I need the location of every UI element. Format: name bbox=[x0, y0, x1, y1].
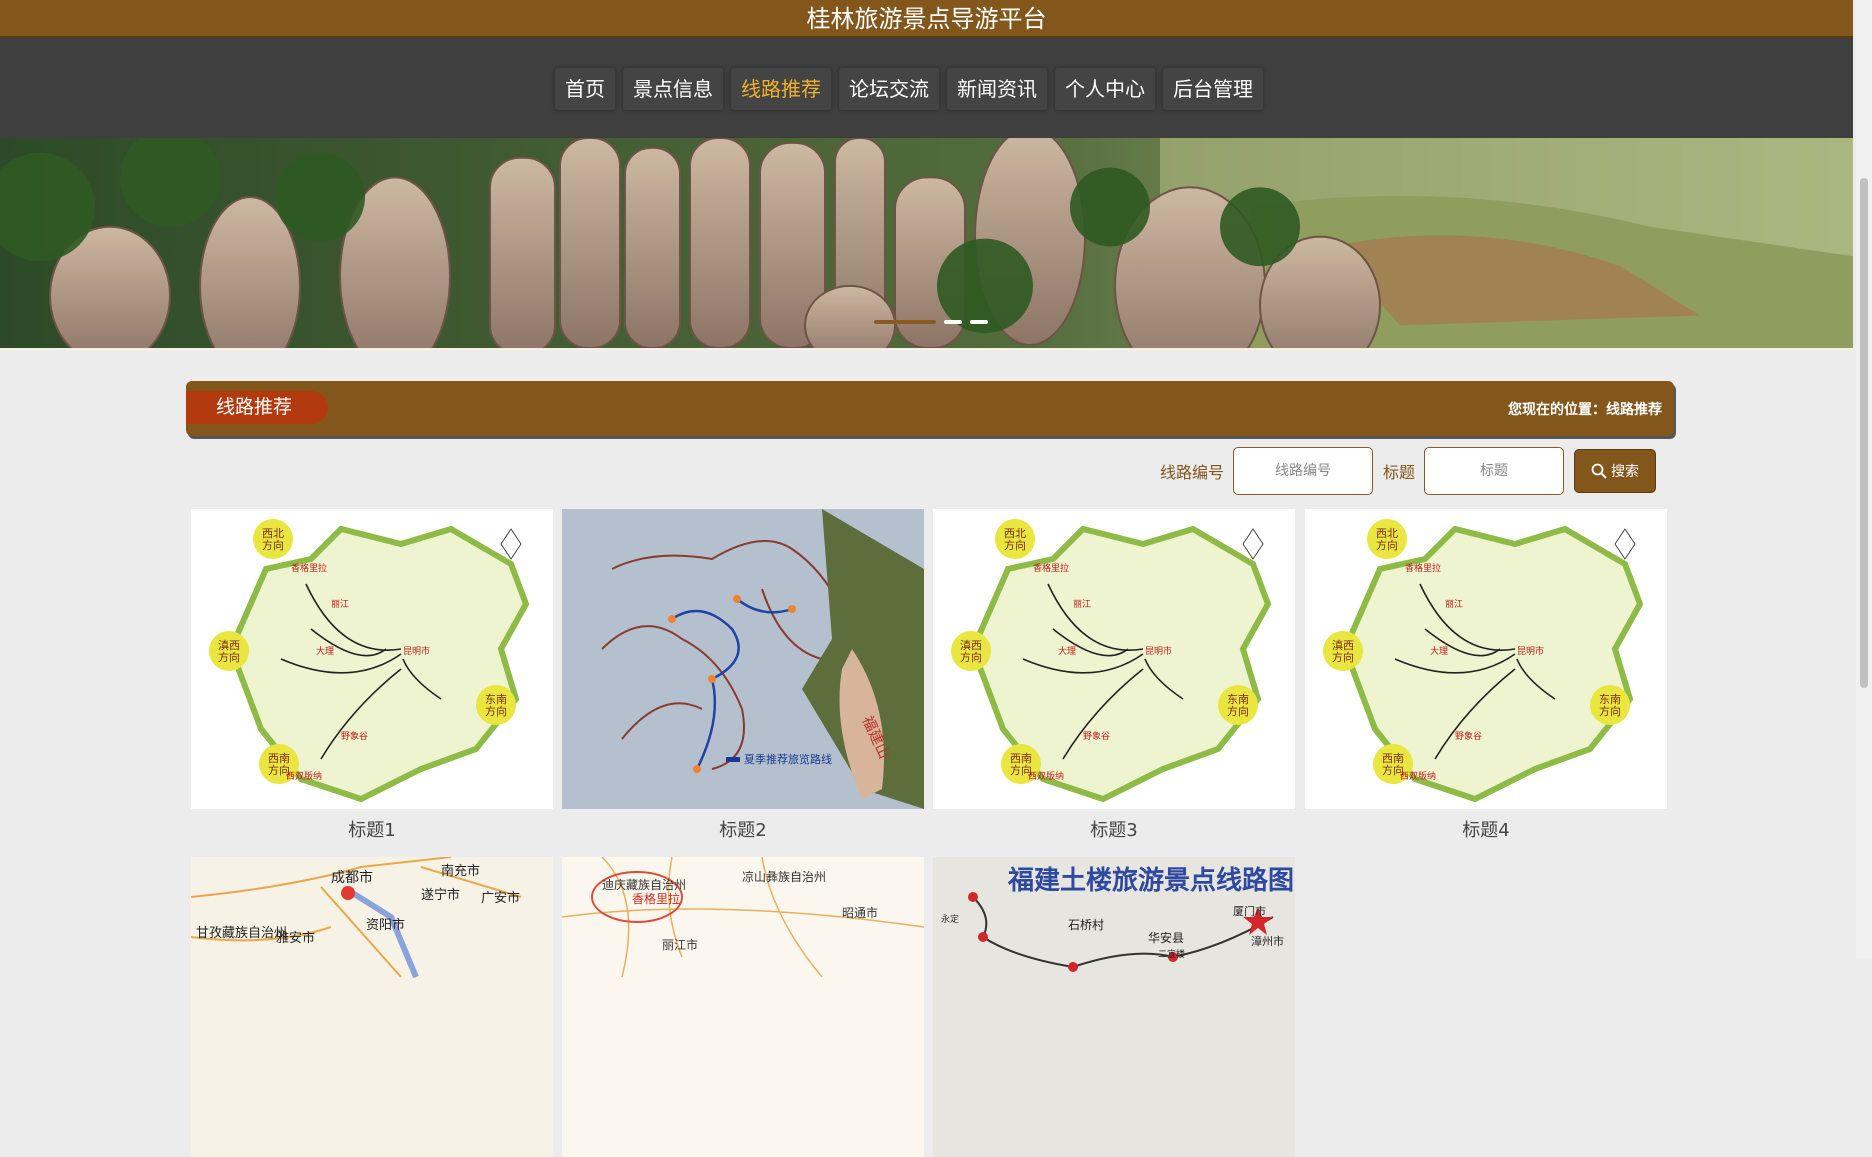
nav-item-admin[interactable]: 后台管理 bbox=[1163, 68, 1263, 110]
nav-item-profile[interactable]: 个人中心 bbox=[1055, 68, 1155, 110]
svg-text:夏季推荐旅览路线: 夏季推荐旅览路线 bbox=[744, 752, 832, 766]
route-title-2: 标题2 bbox=[719, 820, 767, 841]
svg-text:西双版纳: 西双版纳 bbox=[1400, 770, 1436, 782]
main-navigation: 首页 景点信息 线路推荐 论坛交流 新闻资讯 个人中心 后台管理 bbox=[0, 38, 1853, 138]
svg-text:方向: 方向 bbox=[485, 704, 507, 718]
svg-text:厦门市: 厦门市 bbox=[1233, 904, 1266, 918]
route-image-yunnan-map: 西北 方向 滇西 方向 东南 方向 西南 方向 香格里拉 丽江 大理 昆明市 野… bbox=[1305, 509, 1667, 809]
breadcrumb-location: 您现在的位置：线路推荐 bbox=[1508, 402, 1662, 418]
route-image-yunnan-map: 西北 方向 滇西 方向 东南 方向 西南 方向 香格里拉 丽江 大理 昆明市 野… bbox=[191, 509, 553, 809]
svg-text:香格里拉: 香格里拉 bbox=[1033, 562, 1069, 574]
route-title-1: 标题1 bbox=[348, 820, 396, 841]
title-input[interactable] bbox=[1424, 447, 1565, 495]
banner-photo bbox=[0, 138, 1853, 348]
section-header: 线路推荐 您现在的位置：线路推荐 bbox=[186, 381, 1674, 436]
svg-text:香格里拉: 香格里拉 bbox=[1405, 562, 1441, 574]
svg-text:资阳市: 资阳市 bbox=[366, 917, 405, 933]
svg-text:方向: 方向 bbox=[1227, 704, 1249, 718]
svg-text:方向: 方向 bbox=[960, 650, 982, 664]
site-header: 桂林旅游景点导游平台 bbox=[0, 0, 1853, 38]
svg-text:甘孜藏族自治州: 甘孜藏族自治州 bbox=[196, 925, 287, 941]
svg-text:福建土楼旅游景点线路图: 福建土楼旅游景点线路图 bbox=[1007, 865, 1294, 896]
svg-text:方向: 方向 bbox=[1376, 538, 1398, 552]
svg-text:野象谷: 野象谷 bbox=[1083, 730, 1110, 742]
nav-item-routes[interactable]: 线路推荐 bbox=[731, 68, 831, 110]
svg-text:西双版纳: 西双版纳 bbox=[286, 770, 322, 782]
search-button-label: 搜索 bbox=[1611, 464, 1640, 480]
svg-text:大理: 大理 bbox=[1430, 645, 1448, 657]
svg-text:西双版纳: 西双版纳 bbox=[1028, 770, 1064, 782]
route-code-label: 线路编号 bbox=[1160, 463, 1225, 482]
route-card-2[interactable]: 夏季推荐旅览路线 福建山 标题2 bbox=[562, 509, 924, 842]
route-image-mountain-map: 夏季推荐旅览路线 福建山 bbox=[562, 509, 924, 809]
svg-text:南充市: 南充市 bbox=[441, 863, 480, 879]
route-image-sichuan-map: 成都市 南充市 遂宁市 广安市 资阳市 雅安市 甘孜藏族自治州 bbox=[191, 857, 553, 1157]
search-form: 线路编号 标题 搜索 bbox=[1160, 447, 1657, 495]
route-image-yunnan-map: 西北 方向 滇西 方向 东南 方向 西南 方向 香格里拉 丽江 大理 昆明市 野… bbox=[933, 509, 1295, 809]
nav-item-forum[interactable]: 论坛交流 bbox=[839, 68, 939, 110]
nav-item-home[interactable]: 首页 bbox=[555, 68, 615, 110]
svg-text:滇西: 滇西 bbox=[218, 638, 240, 652]
svg-text:二宜楼: 二宜楼 bbox=[1158, 948, 1185, 960]
svg-text:丽江: 丽江 bbox=[331, 599, 349, 610]
nav-item-news[interactable]: 新闻资讯 bbox=[947, 68, 1047, 110]
search-icon bbox=[1591, 463, 1607, 479]
svg-text:野象谷: 野象谷 bbox=[1455, 730, 1482, 742]
carousel-dot-2[interactable] bbox=[944, 320, 962, 324]
route-code-input[interactable] bbox=[1233, 447, 1374, 495]
page-scrollbar[interactable] bbox=[1856, 0, 1872, 958]
route-card-6[interactable]: 迪庆藏族自治州 香格里拉 凉山彝族自治州 丽江市 昭通市 bbox=[562, 857, 924, 1157]
nav-item-attractions[interactable]: 景点信息 bbox=[623, 68, 723, 110]
svg-text:迪庆藏族自治州: 迪庆藏族自治州 bbox=[602, 878, 686, 892]
svg-text:香格里拉: 香格里拉 bbox=[632, 891, 680, 906]
carousel-indicators bbox=[874, 320, 988, 324]
svg-text:凉山彝族自治州: 凉山彝族自治州 bbox=[742, 869, 826, 884]
title-label: 标题 bbox=[1383, 463, 1416, 482]
svg-text:昭通市: 昭通市 bbox=[842, 905, 878, 920]
route-image-fujian-tulou-map: 福建土楼旅游景点线路图 永定 厦门市 华安县 漳州市 石桥村 二宜楼 bbox=[933, 857, 1295, 1157]
route-card-3[interactable]: 西北 方向 滇西 方向 东南 方向 西南 方向 香格里拉 丽江 大理 昆明市 野… bbox=[933, 509, 1295, 842]
svg-text:滇西: 滇西 bbox=[960, 638, 982, 652]
search-button[interactable]: 搜索 bbox=[1574, 449, 1657, 493]
svg-text:漳州市: 漳州市 bbox=[1251, 934, 1284, 948]
svg-text:永定: 永定 bbox=[941, 913, 959, 925]
svg-text:野象谷: 野象谷 bbox=[341, 730, 368, 742]
route-image-yunnan-road-map: 迪庆藏族自治州 香格里拉 凉山彝族自治州 丽江市 昭通市 bbox=[562, 857, 924, 1157]
route-card-7[interactable]: 福建土楼旅游景点线路图 永定 厦门市 华安县 漳州市 石桥村 二宜楼 bbox=[933, 857, 1295, 1157]
hero-banner-carousel bbox=[0, 138, 1853, 351]
nav-menu: 首页 景点信息 线路推荐 论坛交流 新闻资讯 个人中心 后台管理 bbox=[555, 68, 1263, 110]
svg-text:石桥村: 石桥村 bbox=[1068, 918, 1104, 932]
svg-text:昆明市: 昆明市 bbox=[1517, 645, 1544, 657]
svg-text:大理: 大理 bbox=[316, 645, 334, 657]
svg-text:方向: 方向 bbox=[262, 538, 284, 552]
svg-text:大理: 大理 bbox=[1058, 645, 1076, 657]
svg-text:丽江市: 丽江市 bbox=[662, 937, 698, 952]
svg-text:华安县: 华安县 bbox=[1148, 930, 1184, 945]
site-title: 桂林旅游景点导游平台 bbox=[806, 5, 1047, 33]
carousel-dot-1[interactable] bbox=[874, 320, 936, 324]
svg-text:方向: 方向 bbox=[218, 650, 240, 664]
svg-text:丽江: 丽江 bbox=[1073, 599, 1091, 610]
section-title: 线路推荐 bbox=[186, 391, 328, 424]
svg-text:方向: 方向 bbox=[1599, 704, 1621, 718]
svg-text:方向: 方向 bbox=[1332, 650, 1354, 664]
svg-text:昆明市: 昆明市 bbox=[1145, 645, 1172, 657]
svg-text:广安市: 广安市 bbox=[481, 890, 520, 906]
svg-text:方向: 方向 bbox=[1004, 538, 1026, 552]
svg-text:成都市: 成都市 bbox=[331, 869, 373, 886]
route-title-4: 标题4 bbox=[1462, 820, 1510, 841]
svg-text:滇西: 滇西 bbox=[1332, 638, 1354, 652]
svg-text:丽江: 丽江 bbox=[1445, 599, 1463, 610]
route-card-4[interactable]: 西北 方向 滇西 方向 东南 方向 西南 方向 香格里拉 丽江 大理 昆明市 野… bbox=[1305, 509, 1667, 842]
route-card-5[interactable]: 成都市 南充市 遂宁市 广安市 资阳市 雅安市 甘孜藏族自治州 bbox=[191, 857, 553, 1157]
route-title-3: 标题3 bbox=[1090, 820, 1138, 841]
svg-text:香格里拉: 香格里拉 bbox=[291, 562, 327, 574]
carousel-dot-3[interactable] bbox=[970, 320, 988, 324]
svg-text:昆明市: 昆明市 bbox=[403, 645, 430, 657]
svg-text:遂宁市: 遂宁市 bbox=[421, 887, 460, 903]
scrollbar-thumb[interactable] bbox=[1860, 178, 1868, 688]
route-card-1[interactable]: 西北 方向 滇西 方向 东南 方向 西南 方向 香格里拉 丽江 大理 昆明市 野… bbox=[191, 509, 553, 842]
